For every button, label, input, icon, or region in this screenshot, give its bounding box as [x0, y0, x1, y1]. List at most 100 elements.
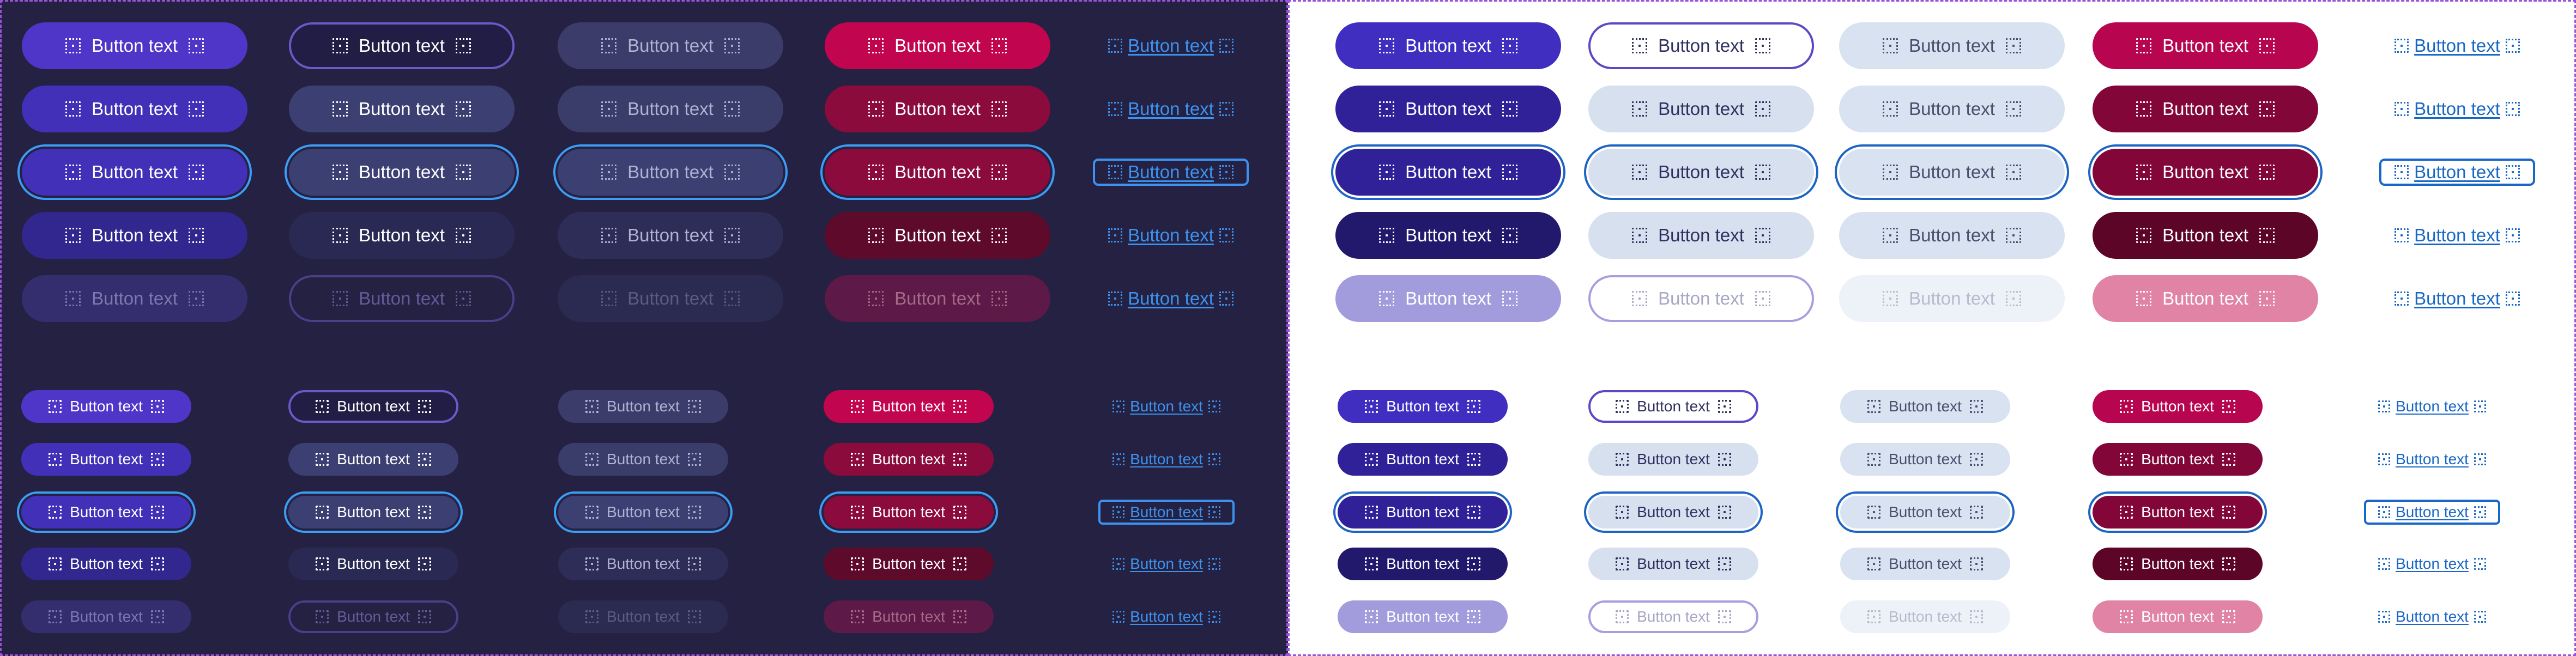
light-danger-focus-large-button[interactable]: Button text [2093, 149, 2318, 196]
dark-danger-pressed-large-button[interactable]: Button text [825, 212, 1050, 259]
light-primary-pressed-large-button[interactable]: Button text [1335, 212, 1561, 259]
light-tertiary-focus-small-button[interactable]: Button text [1840, 496, 2010, 529]
dark-link-pressed-small-button[interactable]: Button text [1098, 551, 1235, 576]
dark-tertiary-disabled-small-button[interactable]: Button text [558, 600, 728, 633]
dark-link-hover-small-button[interactable]: Button text [1098, 447, 1235, 472]
light-tertiary-hover-small-button[interactable]: Button text [1840, 443, 2010, 476]
dark-secondary-focus-small-button[interactable]: Button text [288, 496, 458, 529]
dark-link-hover-large-button[interactable]: Button text [1093, 95, 1249, 123]
light-link-hover-small-button[interactable]: Button text [2364, 447, 2500, 472]
dark-tertiary-disabled-large-button[interactable]: Button text [558, 275, 783, 322]
light-primary-default-large-button[interactable]: Button text [1335, 22, 1561, 69]
light-tertiary-pressed-small-button[interactable]: Button text [1840, 548, 2010, 580]
dark-tertiary-pressed-small-button[interactable]: Button text [558, 548, 728, 580]
dark-link-pressed-large-button[interactable]: Button text [1093, 222, 1249, 249]
dark-tertiary-pressed-large-button[interactable]: Button text [558, 212, 783, 259]
dark-danger-disabled-small-button[interactable]: Button text [824, 600, 994, 633]
dark-link-focus-large-button[interactable]: Button text [1093, 159, 1249, 186]
light-danger-default-large-button[interactable]: Button text [2093, 22, 2318, 69]
light-tertiary-focus-large-button[interactable]: Button text [1839, 149, 2065, 196]
dark-tertiary-hover-large-button[interactable]: Button text [558, 86, 783, 132]
light-secondary-hover-large-button[interactable]: Button text [1588, 86, 1814, 132]
dark-tertiary-default-small-button[interactable]: Button text [558, 390, 728, 423]
light-danger-hover-small-button[interactable]: Button text [2093, 443, 2263, 476]
dark-danger-focus-small-button[interactable]: Button text [824, 496, 994, 529]
light-tertiary-disabled-small-button[interactable]: Button text [1840, 600, 2010, 633]
dark-link-focus-small-button[interactable]: Button text [1098, 500, 1235, 525]
dark-danger-default-small-button[interactable]: Button text [824, 390, 994, 423]
dark-secondary-hover-large-button[interactable]: Button text [289, 86, 515, 132]
dark-primary-focus-large-button[interactable]: Button text [22, 149, 247, 196]
light-secondary-focus-large-button[interactable]: Button text [1588, 149, 1814, 196]
light-danger-pressed-large-button[interactable]: Button text [2093, 212, 2318, 259]
light-link-disabled-large-button[interactable]: Button text [2379, 285, 2535, 312]
dark-danger-hover-large-button[interactable]: Button text [825, 86, 1050, 132]
light-secondary-default-large-button[interactable]: Button text [1588, 22, 1814, 69]
light-secondary-disabled-large-button[interactable]: Button text [1588, 275, 1814, 322]
dark-secondary-default-small-button[interactable]: Button text [288, 390, 458, 423]
light-tertiary-default-large-button[interactable]: Button text [1839, 22, 2065, 69]
light-secondary-hover-small-button[interactable]: Button text [1588, 443, 1758, 476]
light-primary-focus-small-button[interactable]: Button text [1338, 496, 1508, 529]
dark-secondary-hover-small-button[interactable]: Button text [288, 443, 458, 476]
light-secondary-disabled-small-button[interactable]: Button text [1588, 600, 1758, 633]
light-primary-disabled-small-button[interactable]: Button text [1338, 600, 1508, 633]
dark-tertiary-hover-small-button[interactable]: Button text [558, 443, 728, 476]
dark-primary-pressed-large-button[interactable]: Button text [22, 212, 247, 259]
dark-secondary-pressed-large-button[interactable]: Button text [289, 212, 515, 259]
light-link-focus-small-button[interactable]: Button text [2364, 500, 2500, 525]
light-danger-disabled-large-button[interactable]: Button text [2093, 275, 2318, 322]
dark-link-disabled-small-button[interactable]: Button text [1098, 604, 1235, 629]
light-danger-pressed-small-button[interactable]: Button text [2093, 548, 2263, 580]
dark-danger-pressed-small-button[interactable]: Button text [824, 548, 994, 580]
dark-danger-default-large-button[interactable]: Button text [825, 22, 1050, 69]
dark-secondary-focus-large-button[interactable]: Button text [289, 149, 515, 196]
light-danger-focus-small-button[interactable]: Button text [2093, 496, 2263, 529]
light-secondary-pressed-large-button[interactable]: Button text [1588, 212, 1814, 259]
light-primary-pressed-small-button[interactable]: Button text [1338, 548, 1508, 580]
dark-primary-default-large-button[interactable]: Button text [22, 22, 247, 69]
dark-primary-hover-large-button[interactable]: Button text [22, 86, 247, 132]
light-secondary-default-small-button[interactable]: Button text [1588, 390, 1758, 423]
light-tertiary-disabled-large-button[interactable]: Button text [1839, 275, 2065, 322]
light-link-focus-large-button[interactable]: Button text [2379, 159, 2535, 186]
dark-link-disabled-large-button[interactable]: Button text [1093, 285, 1249, 312]
light-tertiary-pressed-large-button[interactable]: Button text [1839, 212, 2065, 259]
dark-primary-hover-small-button[interactable]: Button text [21, 443, 191, 476]
dark-primary-disabled-large-button[interactable]: Button text [22, 275, 247, 322]
dark-danger-focus-large-button[interactable]: Button text [825, 149, 1050, 196]
light-link-pressed-large-button[interactable]: Button text [2379, 222, 2535, 249]
dark-danger-disabled-large-button[interactable]: Button text [825, 275, 1050, 322]
dark-tertiary-focus-small-button[interactable]: Button text [558, 496, 728, 529]
dark-link-default-large-button[interactable]: Button text [1093, 32, 1249, 59]
dark-secondary-pressed-small-button[interactable]: Button text [288, 548, 458, 580]
dark-primary-focus-small-button[interactable]: Button text [21, 496, 191, 529]
dark-tertiary-default-large-button[interactable]: Button text [558, 22, 783, 69]
light-link-hover-large-button[interactable]: Button text [2379, 95, 2535, 123]
dark-primary-pressed-small-button[interactable]: Button text [21, 548, 191, 580]
light-primary-focus-large-button[interactable]: Button text [1335, 149, 1561, 196]
light-tertiary-default-small-button[interactable]: Button text [1840, 390, 2010, 423]
light-primary-hover-small-button[interactable]: Button text [1338, 443, 1508, 476]
dark-tertiary-focus-large-button[interactable]: Button text [558, 149, 783, 196]
light-primary-hover-large-button[interactable]: Button text [1335, 86, 1561, 132]
dark-primary-default-small-button[interactable]: Button text [21, 390, 191, 423]
dark-secondary-default-large-button[interactable]: Button text [289, 22, 515, 69]
light-link-disabled-small-button[interactable]: Button text [2364, 604, 2500, 629]
light-primary-default-small-button[interactable]: Button text [1338, 390, 1508, 423]
light-link-pressed-small-button[interactable]: Button text [2364, 551, 2500, 576]
light-danger-disabled-small-button[interactable]: Button text [2093, 600, 2263, 633]
light-secondary-pressed-small-button[interactable]: Button text [1588, 548, 1758, 580]
dark-secondary-disabled-large-button[interactable]: Button text [289, 275, 515, 322]
dark-danger-hover-small-button[interactable]: Button text [824, 443, 994, 476]
light-secondary-focus-small-button[interactable]: Button text [1588, 496, 1758, 529]
dark-primary-disabled-small-button[interactable]: Button text [21, 600, 191, 633]
light-danger-hover-large-button[interactable]: Button text [2093, 86, 2318, 132]
light-link-default-large-button[interactable]: Button text [2379, 32, 2535, 59]
light-link-default-small-button[interactable]: Button text [2364, 394, 2500, 419]
light-danger-default-small-button[interactable]: Button text [2093, 390, 2263, 423]
light-primary-disabled-large-button[interactable]: Button text [1335, 275, 1561, 322]
light-tertiary-hover-large-button[interactable]: Button text [1839, 86, 2065, 132]
dark-secondary-disabled-small-button[interactable]: Button text [288, 600, 458, 633]
dark-link-default-small-button[interactable]: Button text [1098, 394, 1235, 419]
